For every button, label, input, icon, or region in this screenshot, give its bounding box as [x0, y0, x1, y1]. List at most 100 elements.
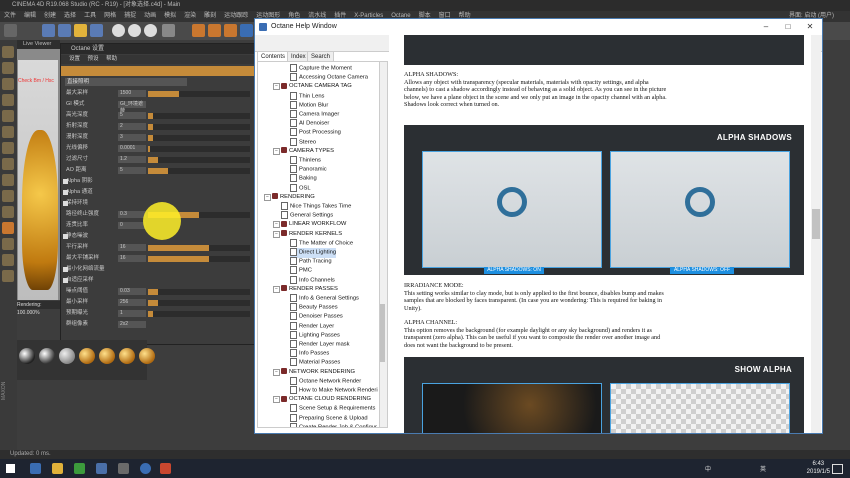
- expand-toggle-icon[interactable]: −: [273, 368, 280, 376]
- setting-slider[interactable]: [148, 256, 250, 262]
- menu-item[interactable]: 雕刻: [204, 13, 216, 19]
- tool-icon[interactable]: [2, 206, 14, 218]
- checkbox[interactable]: [63, 179, 68, 184]
- tool-icon[interactable]: [2, 110, 14, 122]
- render-icon[interactable]: [208, 24, 221, 37]
- rotate-icon[interactable]: [90, 24, 103, 37]
- toc-page[interactable]: Scene Setup & Requirements: [290, 404, 375, 414]
- toc-page[interactable]: Render Layer mask: [290, 340, 350, 350]
- tool-icon[interactable]: [2, 190, 14, 202]
- toc-book[interactable]: − RENDER PASSES: [273, 285, 338, 294]
- menu-item[interactable]: 创建: [44, 13, 56, 19]
- toc-page[interactable]: Lighting Passes: [290, 330, 340, 341]
- setting-value[interactable]: 5: [118, 112, 146, 119]
- material-ball[interactable]: [139, 348, 155, 364]
- expand-toggle-icon[interactable]: −: [273, 147, 280, 155]
- menu-item[interactable]: 渲染: [184, 13, 196, 19]
- start-icon[interactable]: [6, 464, 15, 473]
- menu-item[interactable]: 运动跟踪: [224, 13, 248, 19]
- tool-icon[interactable]: [2, 222, 14, 234]
- setting-value[interactable]: 0.0001: [118, 145, 146, 152]
- octane-tab[interactable]: 预设: [88, 56, 99, 62]
- close-button[interactable]: ✕: [800, 19, 820, 35]
- language-indicator[interactable]: 英: [760, 464, 766, 473]
- content-scroll-thumb[interactable]: [812, 209, 820, 239]
- folder-icon[interactable]: [52, 463, 63, 474]
- setting-value[interactable]: 2: [118, 123, 146, 130]
- setting-slider[interactable]: [148, 300, 250, 306]
- toc-page[interactable]: Accessing Octane Camera: [290, 73, 368, 83]
- checkbox[interactable]: [63, 234, 68, 239]
- z-axis-icon[interactable]: [144, 24, 157, 37]
- contents-scroll-thumb[interactable]: [380, 304, 385, 362]
- toc-book[interactable]: − OCTANE CLOUD RENDERING: [273, 395, 371, 404]
- setting-slider[interactable]: [148, 124, 250, 130]
- toc-page[interactable]: Nice Things Takes Time: [281, 202, 351, 212]
- toc-page[interactable]: Info Passes: [290, 349, 329, 359]
- menu-item[interactable]: 模拟: [164, 13, 176, 19]
- expand-toggle-icon[interactable]: −: [273, 285, 280, 293]
- menu-item[interactable]: 选择: [64, 13, 76, 19]
- setting-slider[interactable]: [148, 135, 250, 141]
- expand-toggle-icon[interactable]: −: [264, 193, 271, 201]
- select-icon[interactable]: [42, 24, 55, 37]
- tool-icon[interactable]: [2, 174, 14, 186]
- tool-icon[interactable]: [2, 254, 14, 266]
- maximize-button[interactable]: □: [778, 19, 798, 35]
- tool-icon[interactable]: [2, 62, 14, 74]
- octane-tab[interactable]: 设置: [69, 56, 80, 62]
- cube-icon[interactable]: [240, 24, 253, 37]
- toc-page[interactable]: AI Denoiser: [290, 119, 329, 129]
- toc-page[interactable]: Path Tracing: [290, 257, 332, 267]
- toc-page[interactable]: Baking: [290, 174, 317, 184]
- toc-page[interactable]: Capture the Moment: [290, 64, 352, 74]
- checkbox[interactable]: [63, 267, 68, 272]
- menu-item[interactable]: 捕捉: [124, 13, 136, 19]
- toc-page[interactable]: Create Render Job & Configur: [290, 422, 377, 427]
- kernel-tab-strip[interactable]: [61, 66, 257, 76]
- menu-item[interactable]: 网格: [104, 13, 116, 19]
- setting-value[interactable]: 1.2: [118, 156, 146, 163]
- setting-value[interactable]: 16: [118, 255, 146, 262]
- menu-item[interactable]: 文件: [4, 13, 16, 19]
- checkbox[interactable]: [63, 190, 68, 195]
- toc-book[interactable]: − CAMERA TYPES: [273, 147, 334, 156]
- setting-value[interactable]: 2x2: [118, 321, 146, 328]
- render-view-icon[interactable]: [192, 24, 205, 37]
- setting-value[interactable]: 1: [118, 310, 146, 317]
- setting-slider[interactable]: [148, 245, 250, 251]
- contents-scrollbar[interactable]: [379, 61, 388, 428]
- checkbox[interactable]: [63, 278, 68, 283]
- setting-value[interactable]: GI_环境遮蔽: [118, 101, 146, 114]
- taskbar-app-icon[interactable]: [118, 463, 129, 474]
- toc-page[interactable]: Motion Blur: [290, 100, 328, 111]
- material-ball[interactable]: [99, 348, 115, 364]
- toc-page[interactable]: How to Make Network Renderi: [290, 386, 378, 396]
- tool-icon[interactable]: [2, 238, 14, 250]
- toc-page[interactable]: Render Layer: [290, 321, 334, 332]
- setting-value[interactable]: 0.03: [118, 288, 146, 295]
- render-settings-icon[interactable]: [224, 24, 237, 37]
- toc-page[interactable]: Info Channels: [290, 275, 335, 286]
- material-ball[interactable]: [19, 348, 35, 364]
- toc-page[interactable]: Info & General Settings: [290, 294, 359, 304]
- toc-page[interactable]: Preparing Scene & Upload: [290, 413, 368, 424]
- toc-page[interactable]: Octane Network Render: [290, 376, 361, 387]
- expand-toggle-icon[interactable]: −: [273, 396, 280, 404]
- toc-page[interactable]: The Matter of Choice: [290, 238, 353, 249]
- taskbar-app-icon[interactable]: [160, 463, 171, 474]
- material-ball[interactable]: [119, 348, 135, 364]
- taskbar-app-icon[interactable]: [140, 463, 151, 474]
- setting-value[interactable]: 3: [118, 134, 146, 141]
- toc-page[interactable]: Camera Imager: [290, 110, 339, 120]
- setting-value[interactable]: 256: [118, 299, 146, 306]
- setting-slider[interactable]: [148, 311, 250, 317]
- toc-page[interactable]: OSL: [290, 183, 311, 194]
- toc-page[interactable]: Direct Lighting: [290, 248, 337, 258]
- taskbar-app-icon[interactable]: [96, 463, 107, 474]
- tool-icon[interactable]: [2, 270, 14, 282]
- tool-icon[interactable]: [2, 78, 14, 90]
- setting-slider[interactable]: [148, 113, 250, 119]
- ime-indicator[interactable]: 中: [705, 464, 711, 473]
- taskbar-app-icon[interactable]: [74, 463, 85, 474]
